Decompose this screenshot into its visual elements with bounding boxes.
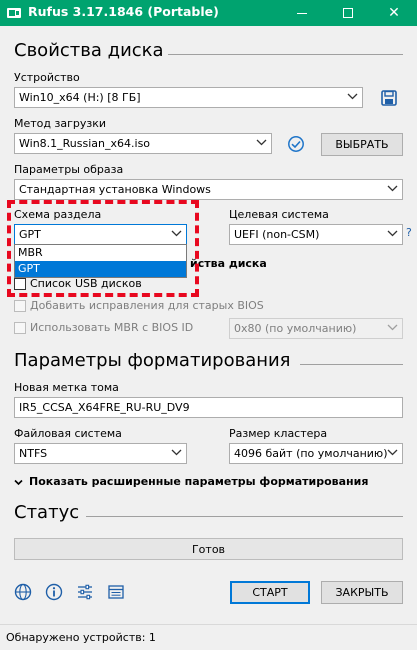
bios-fixes-label: Добавить исправления для старых BIOS [30,299,264,312]
status-heading: Статус [14,502,80,523]
use-mbr-bios-id-label: Использовать MBR с BIOS ID [30,321,194,334]
chevron-down-icon [14,479,23,485]
file-system-value: NTFS [19,447,48,460]
volume-label-value: IR5_CCSA_X64FRE_RU-RU_DV9 [19,401,190,414]
target-system-value: UEFI (non-CSM) [234,228,320,241]
volume-label-label: Новая метка тома [14,381,119,394]
chevron-down-icon [347,93,358,100]
log-icon[interactable] [107,583,125,601]
file-system-select[interactable]: NTFS [14,443,187,464]
image-options-label: Параметры образа [14,163,124,176]
check-circle-icon[interactable] [287,135,305,153]
maximize-button[interactable] [325,0,371,26]
partition-scheme-select[interactable]: GPT [14,224,187,245]
bios-id-value: 0x80 (по умолчанию) [234,322,357,335]
cluster-size-select[interactable]: 4096 байт (по умолчанию) [229,443,403,464]
target-system-help-link[interactable]: ? [406,226,412,239]
chevron-down-icon [256,139,267,146]
list-usb-drives-label: Список USB дисков [30,277,142,290]
device-label: Устройство [14,71,80,84]
boot-method-label: Метод загрузки [14,117,107,130]
window-title: Rufus 3.17.1846 (Portable) [28,4,219,19]
target-system-select[interactable]: UEFI (non-CSM) [229,224,403,245]
partition-option-gpt[interactable]: GPT [15,261,186,277]
chevron-down-icon [387,449,398,456]
volume-label-input[interactable]: IR5_CCSA_X64FRE_RU-RU_DV9 [14,397,403,418]
partition-scheme-dropdown[interactable]: MBR GPT [14,244,187,278]
drive-properties-heading: Свойства диска [14,40,164,61]
use-mbr-bios-id-checkbox[interactable] [14,322,26,334]
save-icon[interactable] [380,89,398,107]
image-options-value: Стандартная установка Windows [19,183,211,196]
file-system-label: Файловая система [14,427,122,440]
chevron-down-icon [171,230,182,237]
advanced-drive-properties-toggle[interactable]: йства диска [190,257,267,270]
target-system-label: Целевая система [229,208,329,221]
device-select[interactable]: Win10_x64 (H:) [8 ГБ] [14,87,363,108]
advanced-format-options-label: Показать расширенные параметры форматиро… [29,475,369,488]
list-usb-drives-checkbox[interactable] [14,278,26,290]
devices-found-text: Обнаружено устройств: 1 [6,631,156,644]
partition-scheme-value: GPT [19,228,41,241]
device-value: Win10_x64 (H:) [8 ГБ] [19,91,141,104]
rufus-app-icon [7,8,21,18]
boot-method-value: Win8.1_Russian_x64.iso [19,137,151,150]
heading-divider [168,54,403,55]
cluster-size-label: Размер кластера [229,427,328,440]
format-options-heading: Параметры форматирования [14,350,291,371]
heading-divider [300,364,403,365]
status-progress-bar: Готов [14,538,403,560]
title-bar[interactable]: Rufus 3.17.1846 (Portable) ✕ [0,0,417,26]
partition-option-mbr[interactable]: MBR [15,245,186,261]
minimize-button[interactable] [279,0,325,26]
partition-scheme-label: Схема раздела [14,208,102,221]
select-image-button[interactable]: ВЫБРАТЬ [321,133,403,156]
close-icon: ✕ [388,5,400,21]
bios-id-select[interactable]: 0x80 (по умолчанию) [229,318,403,339]
boot-method-select[interactable]: Win8.1_Russian_x64.iso [14,133,272,154]
status-text: Готов [191,543,226,556]
image-options-select[interactable]: Стандартная установка Windows [14,179,403,200]
advanced-format-options-toggle[interactable]: Показать расширенные параметры форматиро… [14,475,368,488]
maximize-icon [343,8,353,18]
start-button[interactable]: СТАРТ [230,581,310,604]
cluster-size-value: 4096 байт (по умолчанию) [234,447,388,460]
status-bar: Обнаружено устройств: 1 [0,624,417,650]
settings-sliders-icon[interactable] [76,583,94,601]
chevron-down-icon [387,185,398,192]
chevron-down-icon [387,324,398,331]
heading-divider [86,516,403,517]
info-icon[interactable] [45,583,63,601]
globe-icon[interactable] [14,583,32,601]
chevron-down-icon [387,230,398,237]
minimize-icon [297,12,307,14]
close-window-button[interactable]: ✕ [371,0,417,26]
bios-fixes-checkbox[interactable] [14,300,26,312]
chevron-down-icon [171,449,182,456]
close-button[interactable]: ЗАКРЫТЬ [321,581,403,604]
